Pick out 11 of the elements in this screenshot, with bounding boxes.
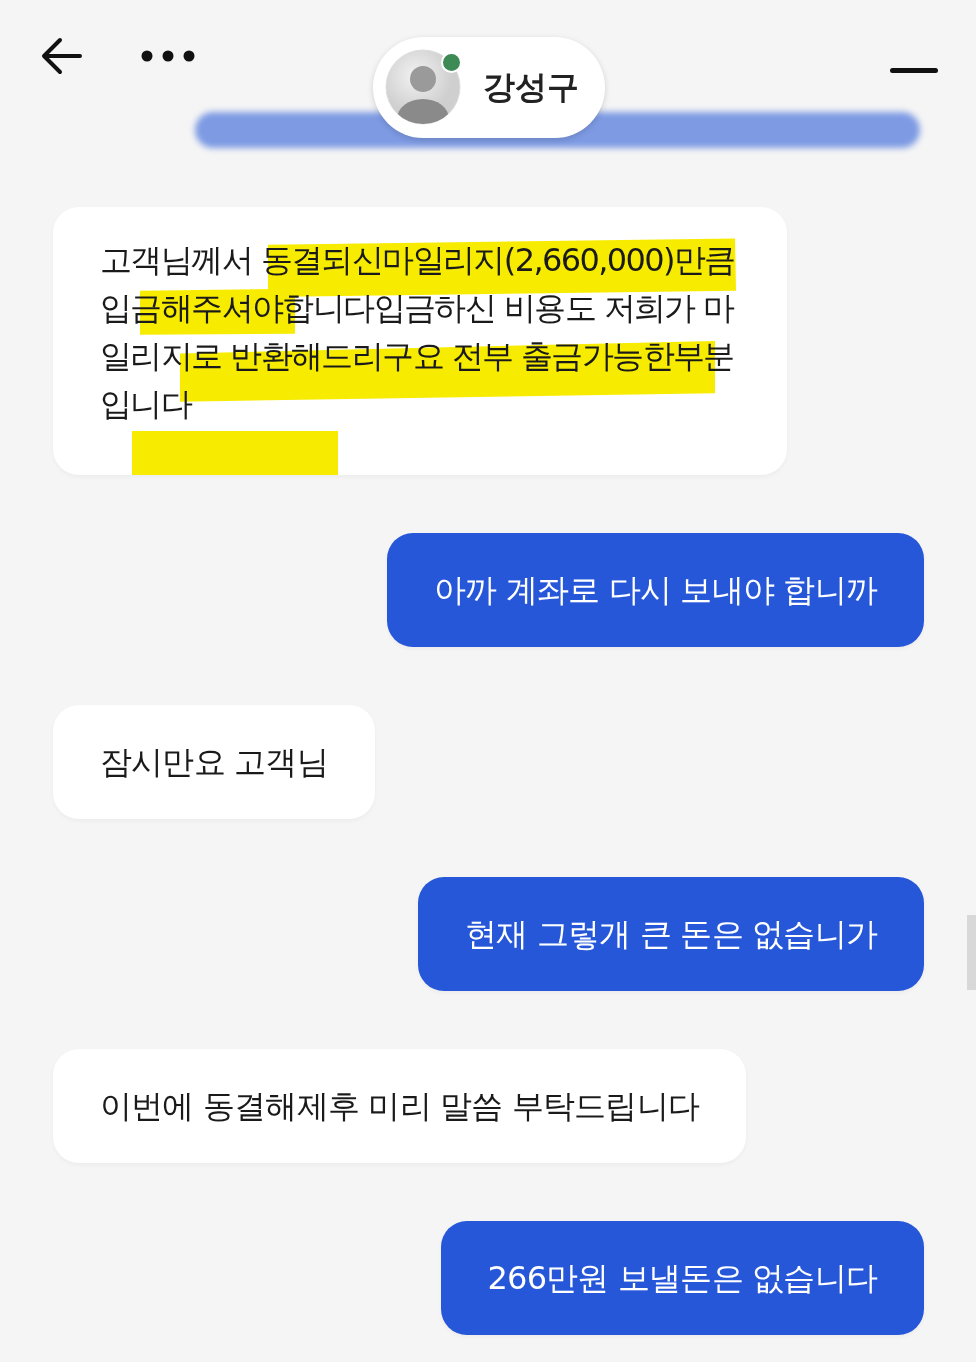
contact-header[interactable]: 강성구 — [373, 37, 605, 138]
message-text: 잠시만요 고객님 — [100, 742, 328, 783]
message-text: 아까 계좌로 다시 보내야 합니까 — [433, 570, 877, 611]
back-arrow-icon[interactable] — [40, 36, 84, 76]
message-text: 이번에 동결해제후 미리 말씀 부탁드립니다 — [100, 1086, 700, 1127]
message-text: 266만원 보낼돈은 없습니다 — [487, 1258, 877, 1299]
message-text: 현재 그렇개 큰 돈은 없습니가 — [465, 914, 877, 955]
contact-name: 강성구 — [483, 67, 579, 107]
scrollbar-thumb[interactable] — [967, 915, 976, 990]
minimize-icon[interactable] — [890, 68, 938, 74]
more-options-icon[interactable] — [140, 49, 196, 63]
